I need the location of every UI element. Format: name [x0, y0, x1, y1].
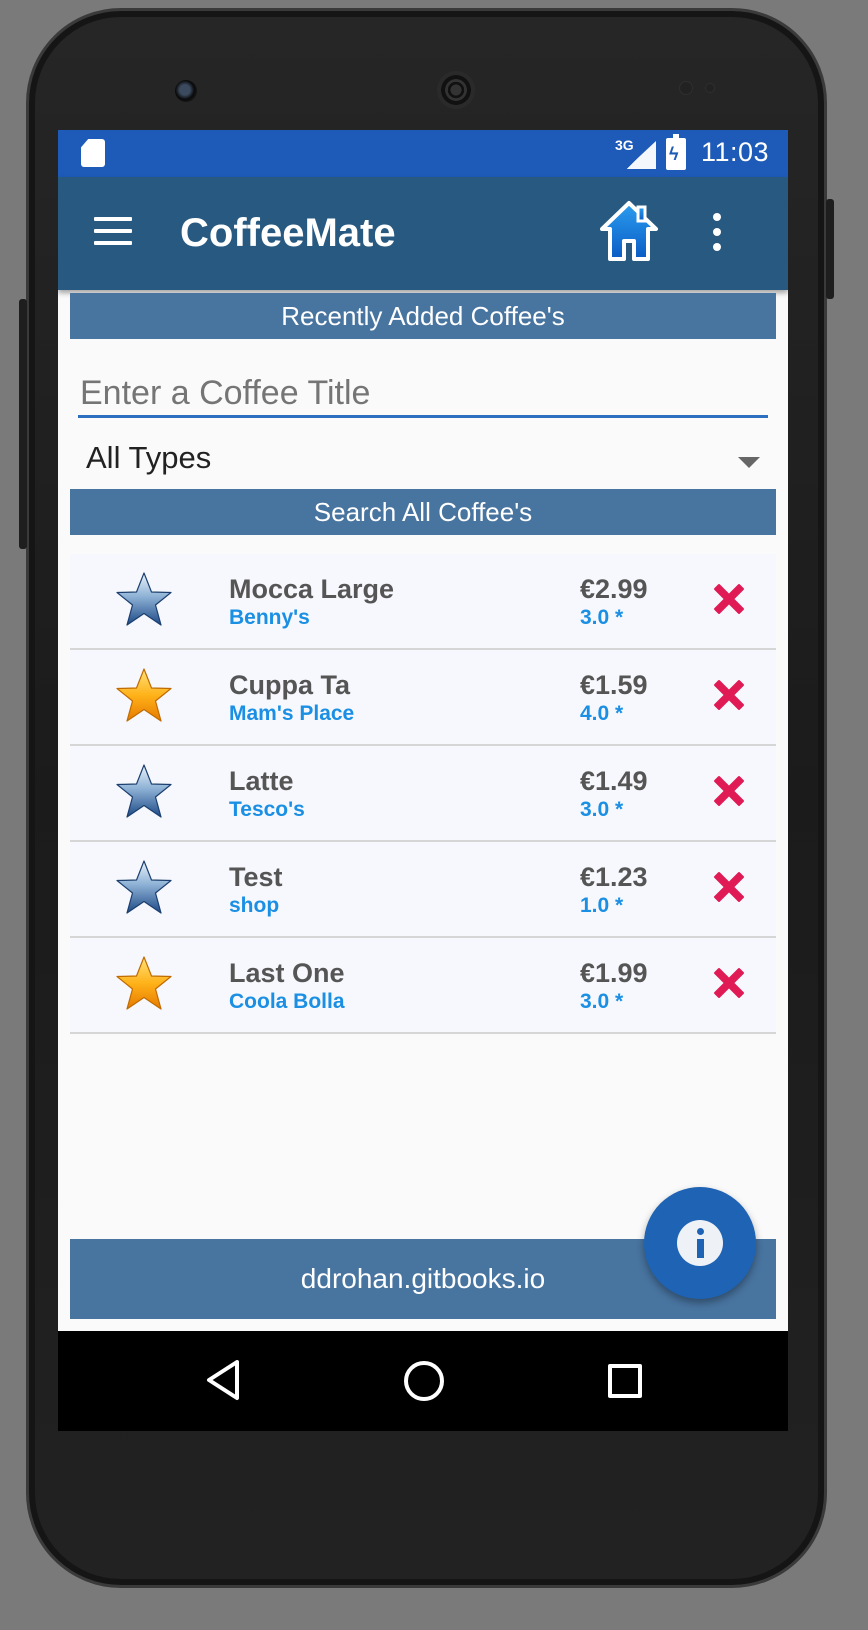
- light-sensor: [705, 83, 715, 93]
- coffee-list-item[interactable]: Last One Coola Bolla €1.99 3.0 *: [70, 938, 776, 1034]
- nav-home-icon[interactable]: [404, 1361, 444, 1401]
- gold-star-icon[interactable]: [114, 954, 174, 1014]
- delete-x-icon[interactable]: [710, 772, 748, 810]
- coffee-list-item[interactable]: Test shop €1.23 1.0 *: [70, 842, 776, 938]
- coffee-rating: 1.0 *: [580, 894, 624, 917]
- recent-coffees-header: Recently Added Coffee's: [70, 293, 776, 339]
- home-icon[interactable]: [598, 199, 660, 263]
- overflow-menu-icon[interactable]: [708, 213, 726, 253]
- search-all-coffees-header: Search All Coffee's: [70, 489, 776, 535]
- app-title: CoffeeMate: [180, 211, 396, 255]
- app-bar: CoffeeMate: [58, 177, 788, 290]
- coffee-rating: 3.0 *: [580, 798, 624, 821]
- app-screen: 3G ϟ 11:03 CoffeeMate Recently Added Cof…: [58, 130, 788, 1331]
- earpiece-speaker: [437, 71, 475, 109]
- coffee-price: €2.99: [580, 574, 648, 604]
- sd-card-icon: [81, 139, 105, 167]
- coffee-shop: Tesco's: [229, 798, 305, 821]
- coffee-price: €1.23: [580, 862, 648, 892]
- coffee-shop: Benny's: [229, 606, 310, 629]
- coffee-name: Test: [229, 862, 283, 892]
- delete-x-icon[interactable]: [710, 676, 748, 714]
- proximity-sensor: [679, 81, 693, 95]
- coffee-name: Mocca Large: [229, 574, 395, 604]
- front-camera: [175, 80, 197, 102]
- delete-x-icon[interactable]: [710, 580, 748, 618]
- coffee-shop: shop: [229, 894, 280, 917]
- system-nav-bar: [58, 1331, 788, 1431]
- coffee-type-dropdown[interactable]: All Types: [86, 435, 766, 481]
- coffee-title-search-input[interactable]: [78, 372, 768, 418]
- coffee-shop: Mam's Place: [229, 702, 355, 725]
- coffee-price: €1.49: [580, 766, 648, 796]
- coffee-type-selected: All Types: [86, 440, 212, 475]
- volume-button: [19, 299, 27, 549]
- coffee-name: Latte: [229, 766, 294, 796]
- network-type: 3G: [615, 137, 634, 153]
- blue-star-icon[interactable]: [114, 858, 174, 918]
- blue-star-icon[interactable]: [114, 570, 174, 630]
- blue-star-icon[interactable]: [114, 762, 174, 822]
- status-bar: 3G ϟ 11:03: [58, 130, 788, 177]
- coffee-name: Last One: [229, 958, 345, 988]
- nav-back-icon[interactable]: [203, 1358, 243, 1402]
- info-icon: [677, 1220, 723, 1266]
- delete-x-icon[interactable]: [710, 868, 748, 906]
- coffee-name: Cuppa Ta: [229, 670, 350, 700]
- coffee-list-item[interactable]: Mocca Large Benny's €2.99 3.0 *: [70, 554, 776, 650]
- charging-icon: ϟ: [669, 144, 679, 164]
- coffee-list: Mocca Large Benny's €2.99 3.0 * Cuppa Ta Mam'…: [70, 554, 776, 1034]
- status-time: 11:03: [701, 137, 770, 167]
- coffee-shop: Coola Bolla: [229, 990, 345, 1013]
- info-fab-button[interactable]: [644, 1187, 756, 1299]
- nav-recents-icon[interactable]: [608, 1364, 642, 1398]
- coffee-rating: 3.0 *: [580, 606, 624, 629]
- coffee-rating: 3.0 *: [580, 990, 624, 1013]
- coffee-rating: 4.0 *: [580, 702, 624, 725]
- coffee-list-item[interactable]: Cuppa Ta Mam's Place €1.59 4.0 *: [70, 650, 776, 746]
- gold-star-icon[interactable]: [114, 666, 174, 726]
- dropdown-caret-icon: [738, 457, 760, 468]
- hamburger-icon[interactable]: [94, 217, 132, 245]
- power-button: [826, 199, 834, 299]
- coffee-price: €1.59: [580, 670, 648, 700]
- coffee-price: €1.99: [580, 958, 648, 988]
- coffee-list-item[interactable]: Latte Tesco's €1.49 3.0 *: [70, 746, 776, 842]
- delete-x-icon[interactable]: [710, 964, 748, 1002]
